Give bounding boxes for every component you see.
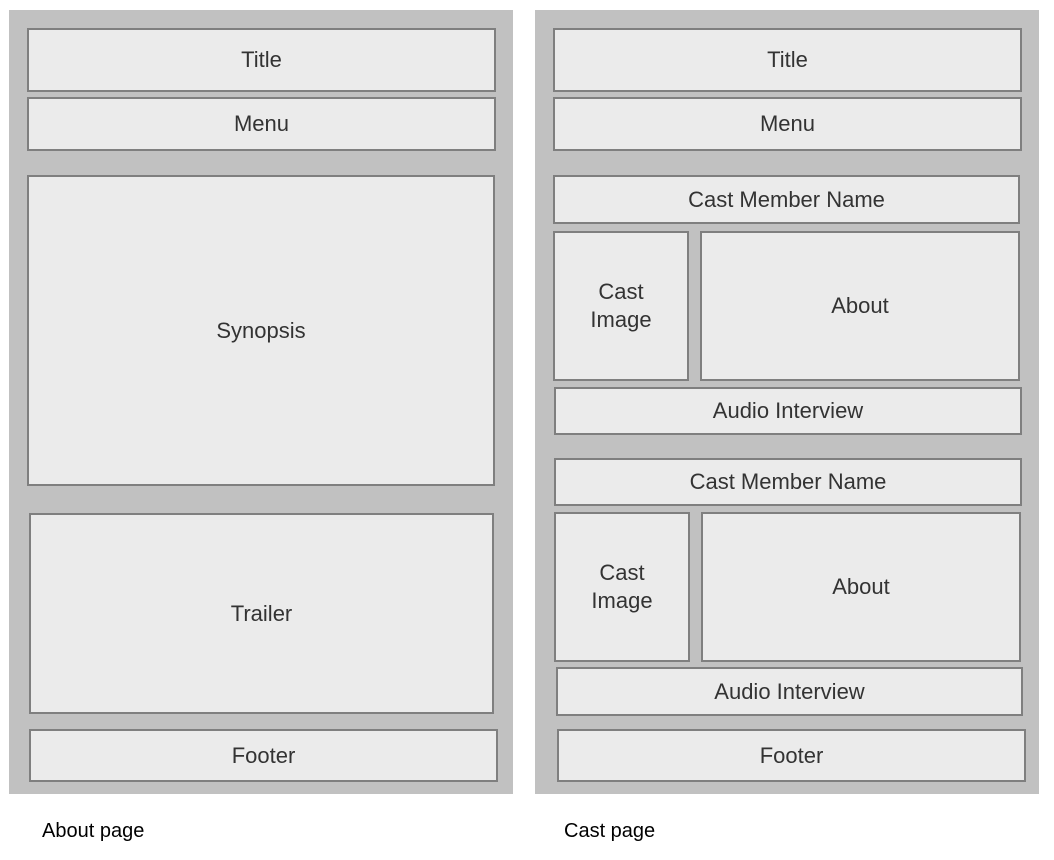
about-page-caption: About page <box>42 820 145 842</box>
about-trailer-box: Trailer <box>29 513 494 714</box>
wireframe-diagram: Title Menu Synopsis Trailer Footer About… <box>0 0 1054 860</box>
cast-footer-box: Footer <box>557 729 1026 782</box>
about-menu-box: Menu <box>27 97 496 151</box>
cast-member-name-box: Cast Member Name <box>553 175 1020 224</box>
cast-page-caption: Cast page <box>564 820 656 842</box>
cast-title-box: Title <box>553 28 1022 92</box>
cast-about-box: About <box>701 512 1021 662</box>
cast-image-box: Cast Image <box>553 231 689 381</box>
cast-member-name-box: Cast Member Name <box>554 458 1022 506</box>
about-title-box: Title <box>27 28 496 92</box>
audio-interview-box: Audio Interview <box>556 667 1023 716</box>
cast-image-box: Cast Image <box>554 512 690 662</box>
about-footer-box: Footer <box>29 729 498 782</box>
cast-menu-box: Menu <box>553 97 1022 151</box>
about-synopsis-box: Synopsis <box>27 175 495 486</box>
audio-interview-box: Audio Interview <box>554 387 1022 435</box>
cast-about-box: About <box>700 231 1020 381</box>
